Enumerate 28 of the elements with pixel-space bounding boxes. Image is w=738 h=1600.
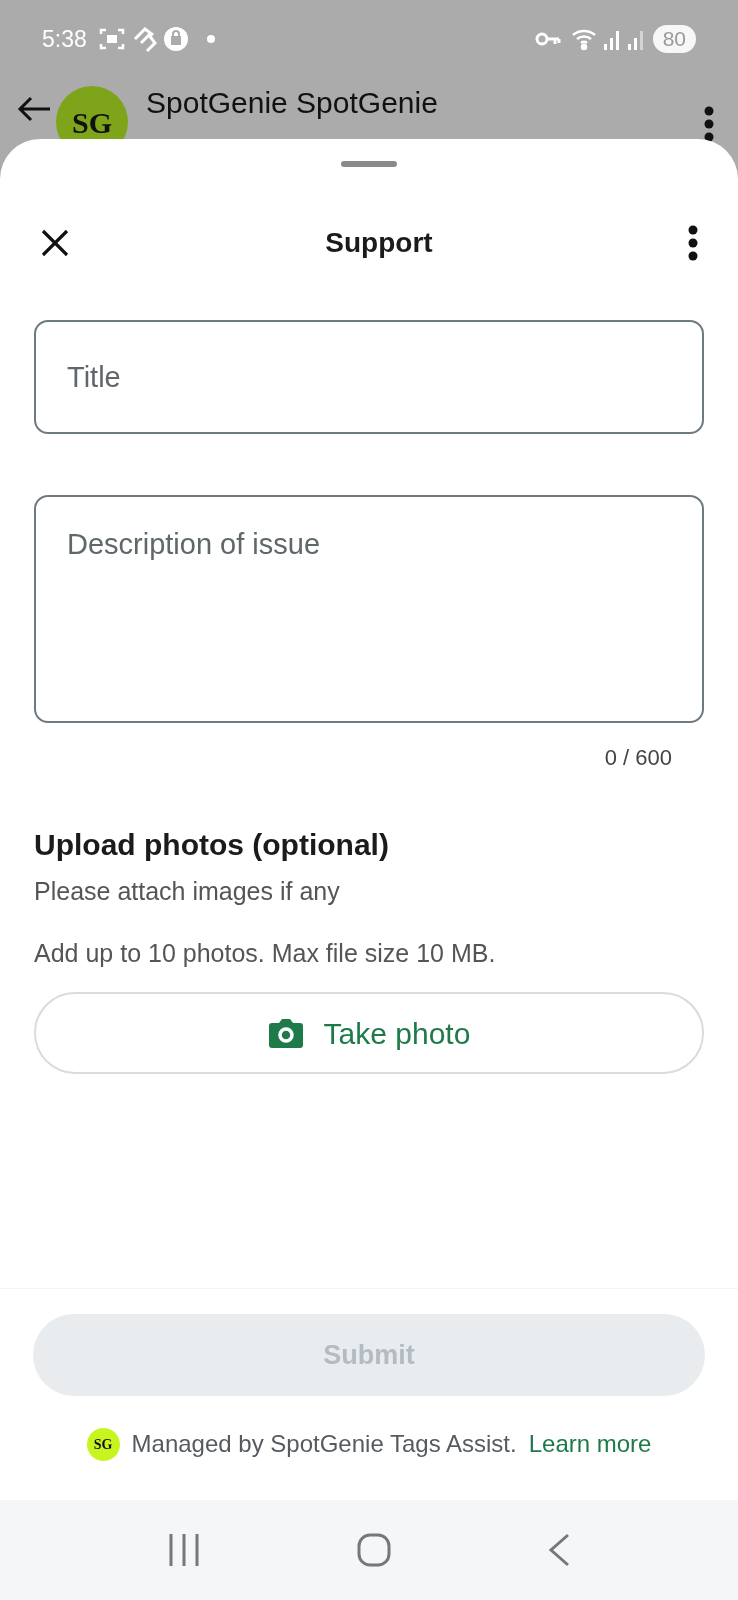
character-counter: 0 / 600 [604, 744, 672, 772]
chat-title: SpotGenie SpotGenie [146, 85, 438, 121]
back-icon[interactable] [547, 1533, 570, 1567]
managed-by-text: Managed by SpotGenie Tags Assist. [131, 1429, 517, 1459]
notification-dot-icon [206, 35, 215, 43]
key-icon [534, 31, 561, 47]
screenshot-icon [98, 27, 125, 51]
status-time: 5:38 [42, 24, 87, 54]
sheet-title: Support [324, 226, 434, 260]
close-icon[interactable] [40, 228, 70, 258]
upload-heading: Upload photos (optional) [34, 827, 390, 863]
recent-apps-icon[interactable] [168, 1533, 201, 1567]
description-field[interactable]: Description of issue [34, 495, 704, 723]
signal-icon [602, 28, 621, 50]
take-photo-button[interactable]: Take photo [34, 992, 704, 1074]
drag-handle[interactable] [341, 161, 397, 167]
more-icon[interactable] [704, 106, 714, 142]
battery-indicator: 80 [652, 25, 696, 53]
title-field[interactable]: Title [34, 320, 704, 434]
signal-icon [626, 28, 645, 50]
learn-more-link[interactable]: Learn more [528, 1426, 652, 1462]
camera-icon [267, 1017, 304, 1049]
more-icon[interactable] [688, 225, 698, 261]
back-arrow-icon[interactable] [16, 95, 52, 123]
home-icon[interactable] [357, 1533, 391, 1567]
upload-subtitle: Please attach images if any [34, 876, 341, 907]
upload-info: Add up to 10 photos. Max file size 10 MB. [34, 937, 497, 969]
avatar: SG [86, 1427, 120, 1461]
